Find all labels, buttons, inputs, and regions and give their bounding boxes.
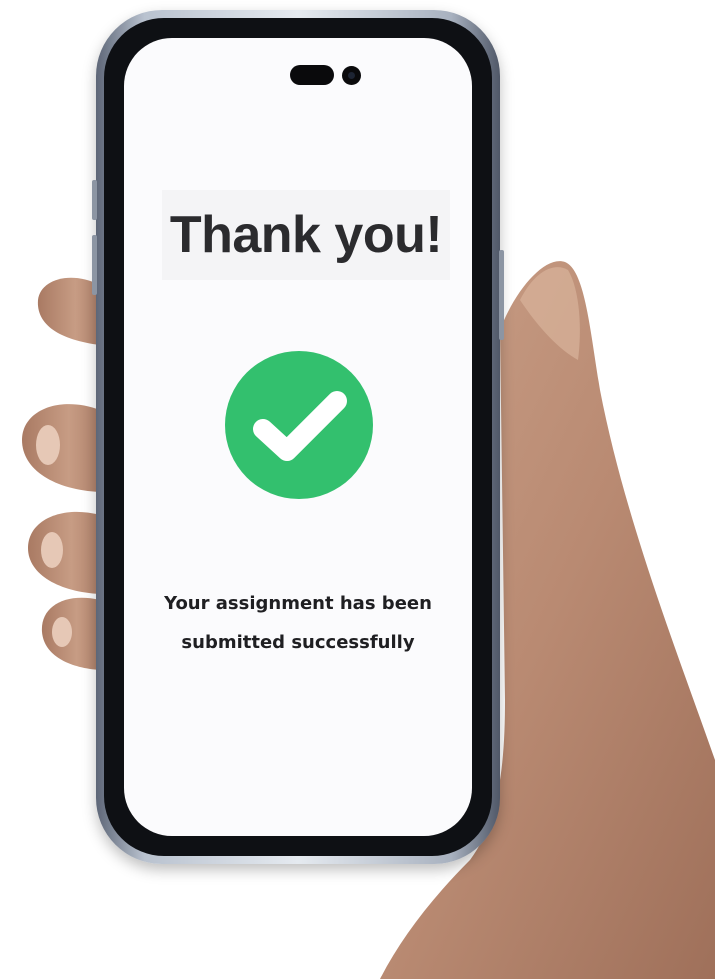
- finger-2: [22, 404, 100, 492]
- phone-screen: Thank you! Your assignment has been subm…: [124, 38, 472, 836]
- volume-button: [92, 235, 97, 295]
- finger-1: [37, 277, 100, 345]
- scene: Thank you! Your assignment has been subm…: [0, 0, 715, 979]
- volume-button: [92, 180, 97, 220]
- page-title: Thank you!: [169, 206, 443, 264]
- title-banner: Thank you!: [162, 190, 450, 280]
- power-button: [499, 250, 504, 340]
- confirmation-message: Your assignment has been submitted succe…: [164, 593, 432, 653]
- camera-icon: [342, 66, 361, 85]
- dynamic-island: [290, 65, 334, 85]
- fingernail-3: [52, 617, 72, 647]
- success-indicator: [225, 351, 373, 499]
- phone-frame: Thank you! Your assignment has been subm…: [92, 10, 504, 864]
- fingernail-1: [36, 425, 60, 465]
- fingernail-2: [41, 532, 63, 568]
- phone-bezel: Thank you! Your assignment has been subm…: [104, 18, 492, 856]
- finger-3: [28, 511, 100, 594]
- check-circle-icon: [225, 351, 373, 499]
